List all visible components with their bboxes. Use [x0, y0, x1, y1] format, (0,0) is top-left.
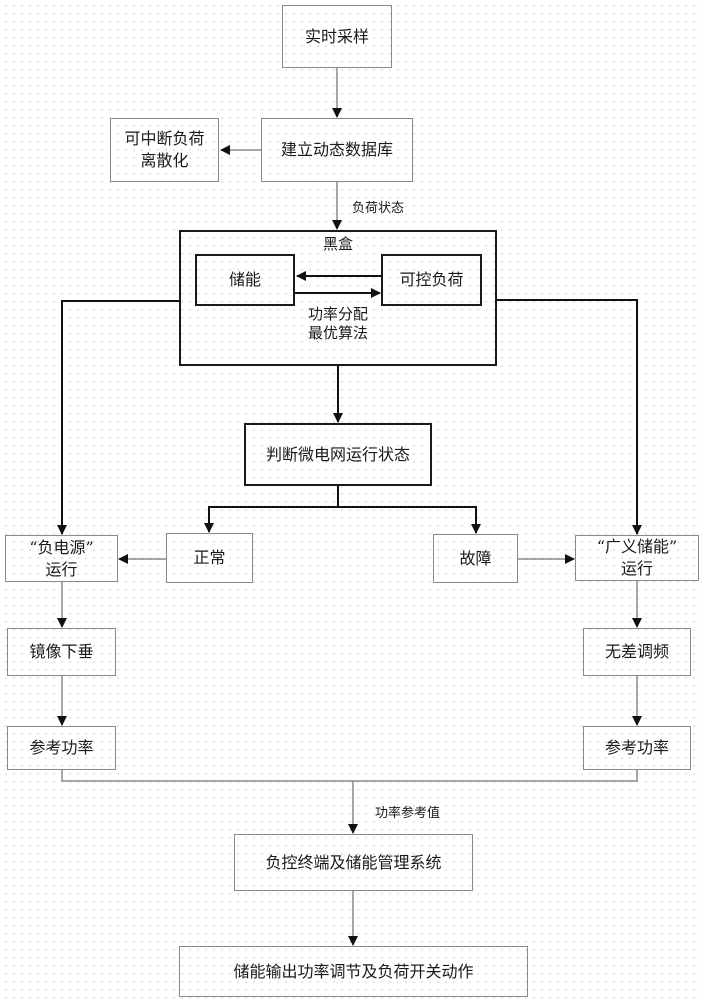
- node-final-action: 储能输出功率调节及负荷开关动作: [179, 946, 528, 997]
- node-ref-power-right: 参考功率: [583, 726, 691, 770]
- node-generalized-storage: “广义储能” 运行: [575, 535, 699, 581]
- node-ref-power-left: 参考功率: [7, 726, 116, 770]
- node-energy-storage: 储能: [195, 254, 295, 306]
- arrow-judge-to-normal: [204, 506, 338, 533]
- node-label-line2: 运行: [45, 559, 78, 579]
- node-build-database: 建立动态数据库: [261, 118, 413, 182]
- node-label: 无差调频: [604, 642, 669, 661]
- node-judge-state: 判断微电网运行状态: [244, 423, 432, 486]
- node-zero-error-frequency: 无差调频: [583, 628, 691, 676]
- node-label: 故障: [459, 548, 492, 568]
- arrow-blackbox-to-negative-power: [57, 300, 179, 535]
- node-controllable-load: 可控负荷: [381, 254, 482, 306]
- edge-label-load-state: 负荷状态: [352, 201, 405, 216]
- node-mirror-droop: 镜像下垂: [7, 628, 116, 676]
- algorithm-label: 功率分配 最优算法: [179, 305, 497, 343]
- node-label: 参考功率: [604, 738, 669, 757]
- black-box-title: 黑盒: [322, 235, 353, 253]
- algorithm-label-line2: 最优算法: [307, 324, 368, 342]
- node-normal: 正常: [166, 533, 253, 583]
- node-label: 判断微电网运行状态: [265, 444, 410, 464]
- node-negative-power: “负电源” 运行: [5, 535, 118, 582]
- arrow-blackbox-to-generalized-storage: [497, 299, 642, 535]
- node-interruptible-load: 可中断负荷 离散化: [110, 118, 219, 182]
- node-label: 参考功率: [29, 738, 94, 757]
- node-label: 正常: [193, 548, 226, 567]
- node-label-line2: 离散化: [140, 151, 189, 170]
- node-label-line1: “广义储能”: [596, 537, 678, 556]
- node-label-line1: “负电源”: [29, 537, 94, 557]
- node-label: 负控终端及储能管理系统: [265, 852, 442, 872]
- node-label: 实时采样: [304, 26, 369, 46]
- node-label: 镜像下垂: [29, 642, 94, 661]
- node-label: 建立动态数据库: [280, 140, 393, 159]
- node-fault: 故障: [433, 534, 518, 583]
- node-management-system: 负控终端及储能管理系统: [234, 834, 473, 891]
- node-label: 储能输出功率调节及负荷开关动作: [233, 961, 474, 981]
- merge-ref-power-lines: [61, 770, 638, 782]
- algorithm-label-line1: 功率分配: [307, 305, 368, 323]
- node-label: 可控负荷: [399, 270, 464, 289]
- arrow-judge-to-fault: [338, 506, 481, 534]
- node-realtime-sampling: 实时采样: [282, 5, 392, 68]
- edge-label-power-reference: 功率参考值: [375, 806, 441, 821]
- node-label-line1: 可中断负荷: [124, 129, 205, 148]
- node-label-line2: 运行: [620, 559, 653, 578]
- node-label: 储能: [228, 270, 261, 289]
